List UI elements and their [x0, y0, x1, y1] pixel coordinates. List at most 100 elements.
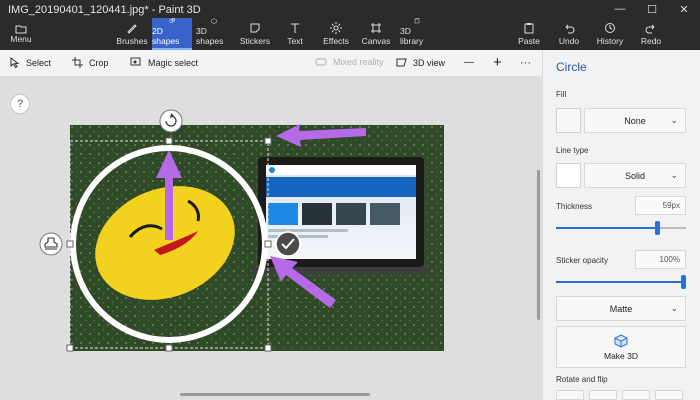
- resize-handle-top[interactable]: [165, 137, 173, 145]
- thickness-input[interactable]: 59px: [635, 196, 686, 215]
- tab-effects-label: Effects: [323, 36, 349, 46]
- opacity-slider-thumb[interactable]: [681, 275, 686, 289]
- rotate-right-button[interactable]: [589, 390, 617, 400]
- tab-3d-shapes-label: 3D shapes: [196, 26, 224, 46]
- crop-label: Crop: [89, 57, 109, 68]
- tab-brushes[interactable]: Brushes: [116, 18, 148, 50]
- stamp-button[interactable]: [39, 232, 63, 256]
- cube-icon: [614, 333, 628, 348]
- folder-icon: [15, 25, 27, 34]
- fill-dropdown[interactable]: None ⌄: [584, 108, 686, 133]
- zoom-in-label: +: [493, 54, 502, 71]
- resize-handle-right[interactable]: [264, 240, 272, 248]
- 3d-view-label: 3D view: [413, 57, 446, 68]
- more-options-button[interactable]: ···: [520, 57, 531, 69]
- line-color-swatch[interactable]: [556, 163, 581, 188]
- close-button[interactable]: ✕: [668, 0, 700, 18]
- tab-text-label: Text: [287, 36, 303, 46]
- finish-dropdown[interactable]: Matte ⌄: [556, 296, 686, 321]
- paste-label: Paste: [518, 36, 540, 46]
- tab-stickers[interactable]: Stickers: [240, 18, 270, 50]
- zoom-out-label: —: [464, 57, 474, 68]
- tab-effects[interactable]: Effects: [322, 18, 350, 50]
- select-button[interactable]: Select: [10, 57, 51, 68]
- history-button[interactable]: History: [597, 18, 623, 50]
- crop-button[interactable]: Crop: [72, 57, 109, 68]
- minimize-button[interactable]: —: [604, 0, 636, 18]
- thickness-slider-fill: [556, 227, 657, 229]
- redo-label: Redo: [640, 36, 662, 46]
- vertical-scrollbar[interactable]: [537, 170, 540, 320]
- undo-label: Undo: [558, 36, 580, 46]
- 3d-view-button[interactable]: 3D view: [396, 57, 445, 68]
- zoom-in-button[interactable]: +: [493, 54, 502, 71]
- 3d-view-icon: [396, 58, 407, 67]
- maximize-button[interactable]: ☐: [636, 0, 668, 18]
- thickness-slider-thumb[interactable]: [655, 221, 660, 235]
- resize-handle-bottom-left[interactable]: [66, 344, 74, 352]
- canvas-icon: [371, 23, 381, 33]
- tab-brushes-label: Brushes: [116, 36, 148, 46]
- tab-stickers-label: Stickers: [239, 36, 271, 46]
- menu-button[interactable]: Menu: [0, 18, 42, 50]
- resize-handle-left[interactable]: [66, 240, 74, 248]
- window-controls: — ☐ ✕: [604, 0, 700, 18]
- make-3d-button[interactable]: Make 3D: [556, 326, 686, 368]
- thickness-label: Thickness: [556, 202, 593, 211]
- 3d-library-icon: [414, 18, 421, 24]
- line-type-dropdown[interactable]: Solid ⌄: [584, 163, 686, 188]
- opacity-slider-fill: [556, 281, 686, 283]
- mixed-reality-button[interactable]: Mixed reality: [315, 57, 384, 67]
- 3d-shapes-icon: [211, 18, 217, 24]
- thickness-slider[interactable]: [556, 221, 686, 235]
- fill-color-swatch[interactable]: [556, 108, 581, 133]
- selection-toolbar: Select Crop Magic select Mixed reality 3…: [0, 50, 542, 77]
- redo-button[interactable]: Redo: [640, 18, 662, 50]
- fill-label: Fill: [556, 90, 567, 99]
- panel-title: Circle: [556, 60, 587, 74]
- tab-2d-shapes[interactable]: 2D shapes: [152, 18, 192, 50]
- tab-canvas[interactable]: Canvas: [362, 18, 390, 50]
- resize-handle-bottom-right[interactable]: [264, 344, 272, 352]
- flip-horizontal-button[interactable]: [622, 390, 650, 400]
- magic-select-button[interactable]: Magic select: [130, 57, 198, 68]
- cursor-icon: [10, 57, 20, 68]
- magic-select-icon: [130, 57, 141, 66]
- tab-3d-library[interactable]: 3D library: [400, 18, 434, 50]
- fill-value: None: [624, 115, 646, 126]
- opacity-input[interactable]: 100%: [635, 250, 686, 269]
- rotate-flip-buttons: [556, 390, 683, 400]
- brush-icon: [127, 24, 137, 34]
- history-icon: [605, 23, 615, 33]
- chevron-down-icon: ⌄: [670, 115, 678, 125]
- paste-icon: [524, 23, 534, 34]
- confirm-button[interactable]: [275, 231, 301, 257]
- resize-handle-top-right[interactable]: [264, 137, 272, 145]
- more-options-label: ···: [520, 57, 531, 69]
- tab-3d-library-label: 3D library: [400, 26, 424, 46]
- tab-text[interactable]: Text: [282, 18, 308, 50]
- rotate-handle[interactable]: [159, 109, 183, 133]
- 2d-shapes-icon: [169, 18, 175, 23]
- tab-2d-shapes-label: 2D shapes: [152, 26, 180, 46]
- line-type-label: Line type: [556, 146, 589, 155]
- zoom-out-button[interactable]: —: [464, 57, 474, 68]
- history-label: History: [596, 36, 624, 46]
- help-button[interactable]: ?: [10, 94, 30, 114]
- paste-button[interactable]: Paste: [518, 18, 540, 50]
- rotate-left-button[interactable]: [556, 390, 584, 400]
- stickers-icon: [250, 23, 260, 33]
- horizontal-scrollbar[interactable]: [180, 393, 370, 396]
- shape-properties-panel: Circle Fill None ⌄ Line type Solid ⌄ Thi…: [542, 50, 700, 400]
- text-icon: [291, 23, 299, 33]
- undo-button[interactable]: Undo: [558, 18, 580, 50]
- finish-value: Matte: [609, 303, 633, 314]
- tab-canvas-label: Canvas: [361, 36, 391, 46]
- line-type-value: Solid: [624, 170, 645, 181]
- tab-3d-shapes[interactable]: 3D shapes: [196, 18, 232, 50]
- flip-vertical-button[interactable]: [655, 390, 683, 400]
- resize-handle-bottom[interactable]: [165, 344, 173, 352]
- effects-icon: [330, 22, 342, 34]
- opacity-slider[interactable]: [556, 275, 686, 289]
- mixed-reality-label: Mixed reality: [333, 57, 384, 67]
